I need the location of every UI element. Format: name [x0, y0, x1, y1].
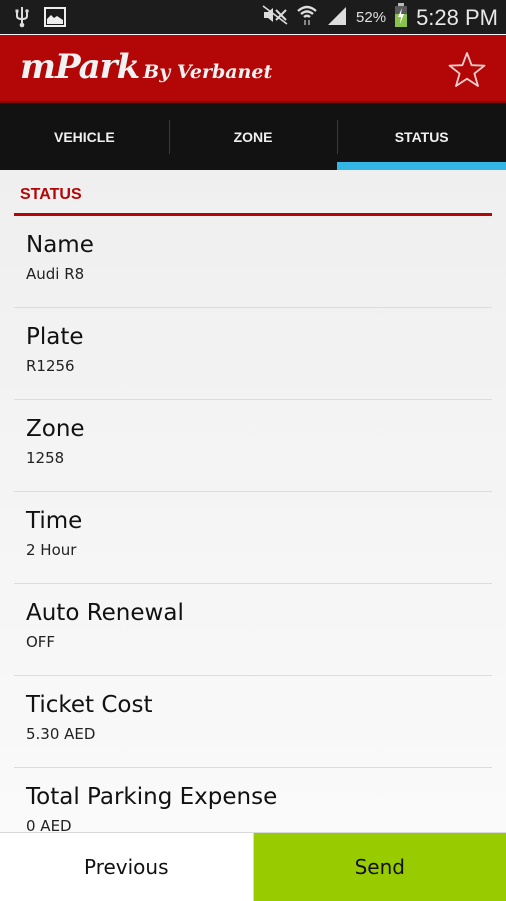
signal-icon [326, 5, 348, 30]
app-bar: mParkBy Verbanet [0, 35, 506, 103]
app-title: mPark [20, 47, 139, 87]
battery-charging-icon [394, 3, 408, 32]
field-value: R1256 [26, 357, 75, 375]
field-value: 1258 [26, 449, 64, 467]
favorite-button[interactable] [448, 51, 486, 89]
field-label: Auto Renewal [26, 600, 184, 626]
battery-percent: 52% [356, 9, 386, 26]
field-row-name: Name Audi R8 [14, 216, 492, 308]
field-value: Audi R8 [26, 265, 84, 283]
field-value: OFF [26, 633, 55, 651]
star-icon [448, 51, 486, 89]
field-label: Time [26, 508, 82, 534]
field-label: Ticket Cost [26, 692, 153, 718]
tab-label: VEHICLE [54, 129, 115, 145]
mute-icon [262, 5, 288, 30]
field-row-auto-renewal: Auto Renewal OFF [14, 584, 492, 676]
status-bar: 52% 5:28 PM [0, 0, 506, 34]
field-value: 0 AED [26, 817, 72, 832]
app-logo: mParkBy Verbanet [20, 47, 272, 87]
wifi-icon [296, 4, 318, 31]
bottom-action-bar: Previous Send [0, 832, 506, 901]
field-label: Zone [26, 416, 85, 442]
field-list: Name Audi R8 Plate R1256 Zone 1258 Time … [0, 216, 506, 832]
tab-zone[interactable]: ZONE [169, 103, 338, 170]
field-row-total-expense: Total Parking Expense 0 AED [14, 768, 492, 832]
field-label: Plate [26, 324, 84, 350]
status-content[interactable]: STATUS Name Audi R8 Plate R1256 Zone 125… [0, 170, 506, 832]
tab-bar: VEHICLE ZONE STATUS [0, 103, 506, 170]
tab-vehicle[interactable]: VEHICLE [0, 103, 169, 170]
image-icon [44, 7, 66, 31]
tab-label: ZONE [234, 129, 273, 145]
app-subtitle: By Verbanet [143, 61, 272, 83]
field-row-plate: Plate R1256 [14, 308, 492, 400]
section-title: STATUS [20, 186, 82, 204]
clock: 5:28 PM [416, 5, 498, 31]
field-row-time: Time 2 Hour [14, 492, 492, 584]
send-button[interactable]: Send [254, 833, 506, 901]
usb-icon [14, 6, 30, 32]
field-value: 2 Hour [26, 541, 76, 559]
tab-status[interactable]: STATUS [337, 103, 506, 170]
previous-button[interactable]: Previous [0, 833, 254, 901]
field-label: Total Parking Expense [26, 784, 277, 810]
field-label: Name [26, 232, 94, 258]
field-row-zone: Zone 1258 [14, 400, 492, 492]
field-value: 5.30 AED [26, 725, 95, 743]
field-row-ticket-cost: Ticket Cost 5.30 AED [14, 676, 492, 768]
tab-label: STATUS [395, 129, 449, 145]
